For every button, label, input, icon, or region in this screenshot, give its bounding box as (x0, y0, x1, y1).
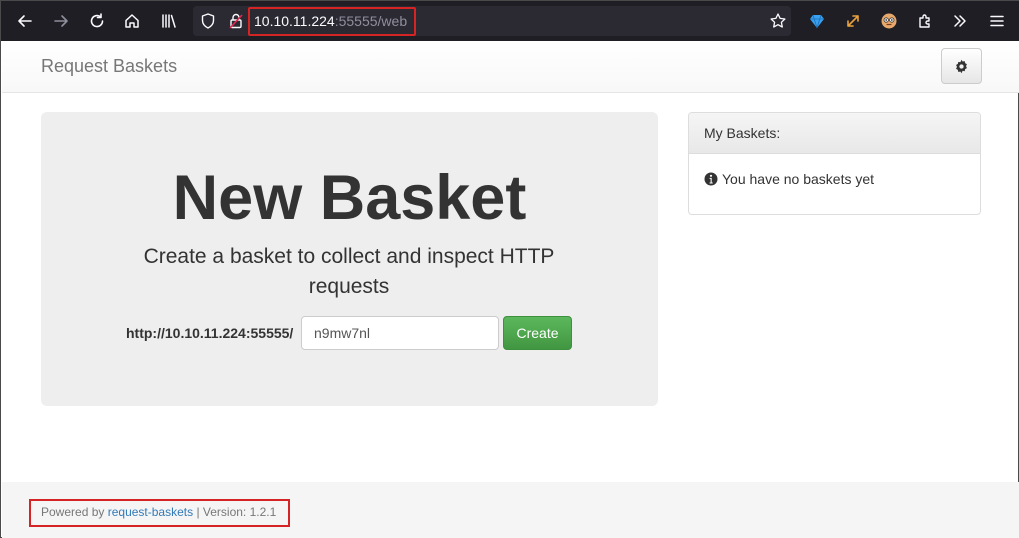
library-icon[interactable] (157, 9, 181, 33)
reload-icon[interactable] (85, 9, 109, 33)
home-icon[interactable] (120, 9, 144, 33)
footer-project-link[interactable]: request-baskets (108, 505, 193, 519)
url-path: :55555/web (334, 13, 408, 29)
create-basket-form: http://10.10.11.224:55555/ Create (41, 316, 658, 350)
gear-icon (956, 59, 967, 73)
empty-baskets-message: You have no baskets yet (722, 171, 875, 187)
lock-icon[interactable] (224, 9, 248, 33)
page-title: New Basket (172, 163, 527, 233)
url-host: 10.10.11.224 (254, 13, 335, 29)
browser-toolbar: 10.10.11.224:55555/web (1, 1, 1019, 41)
navbar: Request Baskets (2, 41, 1019, 93)
resize-icon[interactable] (841, 9, 865, 33)
my-baskets-panel: My Baskets: You have no baskets yet (688, 112, 981, 215)
panel-heading: My Baskets: (689, 113, 980, 154)
footer: Powered by request-baskets | Version: 1.… (2, 482, 1019, 538)
back-icon[interactable] (13, 9, 37, 33)
brand-link[interactable]: Request Baskets (41, 56, 177, 77)
create-button[interactable]: Create (503, 316, 572, 350)
url-text[interactable]: 10.10.11.224:55555/web (254, 13, 407, 29)
menu-icon[interactable] (985, 9, 1009, 33)
shield-icon[interactable] (196, 9, 220, 33)
info-circle-icon (704, 172, 718, 186)
extensions-icon[interactable] (913, 9, 937, 33)
basket-url-prefix: http://10.10.11.224:55555/ (126, 325, 294, 341)
footer-version: | Version: 1.2.1 (196, 505, 277, 519)
new-basket-jumbotron: New Basket Create a basket to collect an… (41, 112, 658, 406)
overflow-icon[interactable] (948, 9, 972, 33)
avatar-icon[interactable] (877, 9, 901, 33)
footer-powered-by: Powered by (41, 505, 105, 519)
panel-body: You have no baskets yet (689, 154, 980, 204)
settings-button[interactable] (941, 48, 982, 84)
basket-name-input[interactable] (301, 316, 499, 350)
footer-text: Powered by request-baskets | Version: 1.… (41, 505, 276, 519)
extension-gem-icon[interactable] (805, 9, 829, 33)
forward-icon[interactable] (49, 9, 73, 33)
page-subtitle: Create a basket to collect and inspect H… (143, 245, 555, 298)
bookmark-star-icon[interactable] (766, 9, 790, 33)
